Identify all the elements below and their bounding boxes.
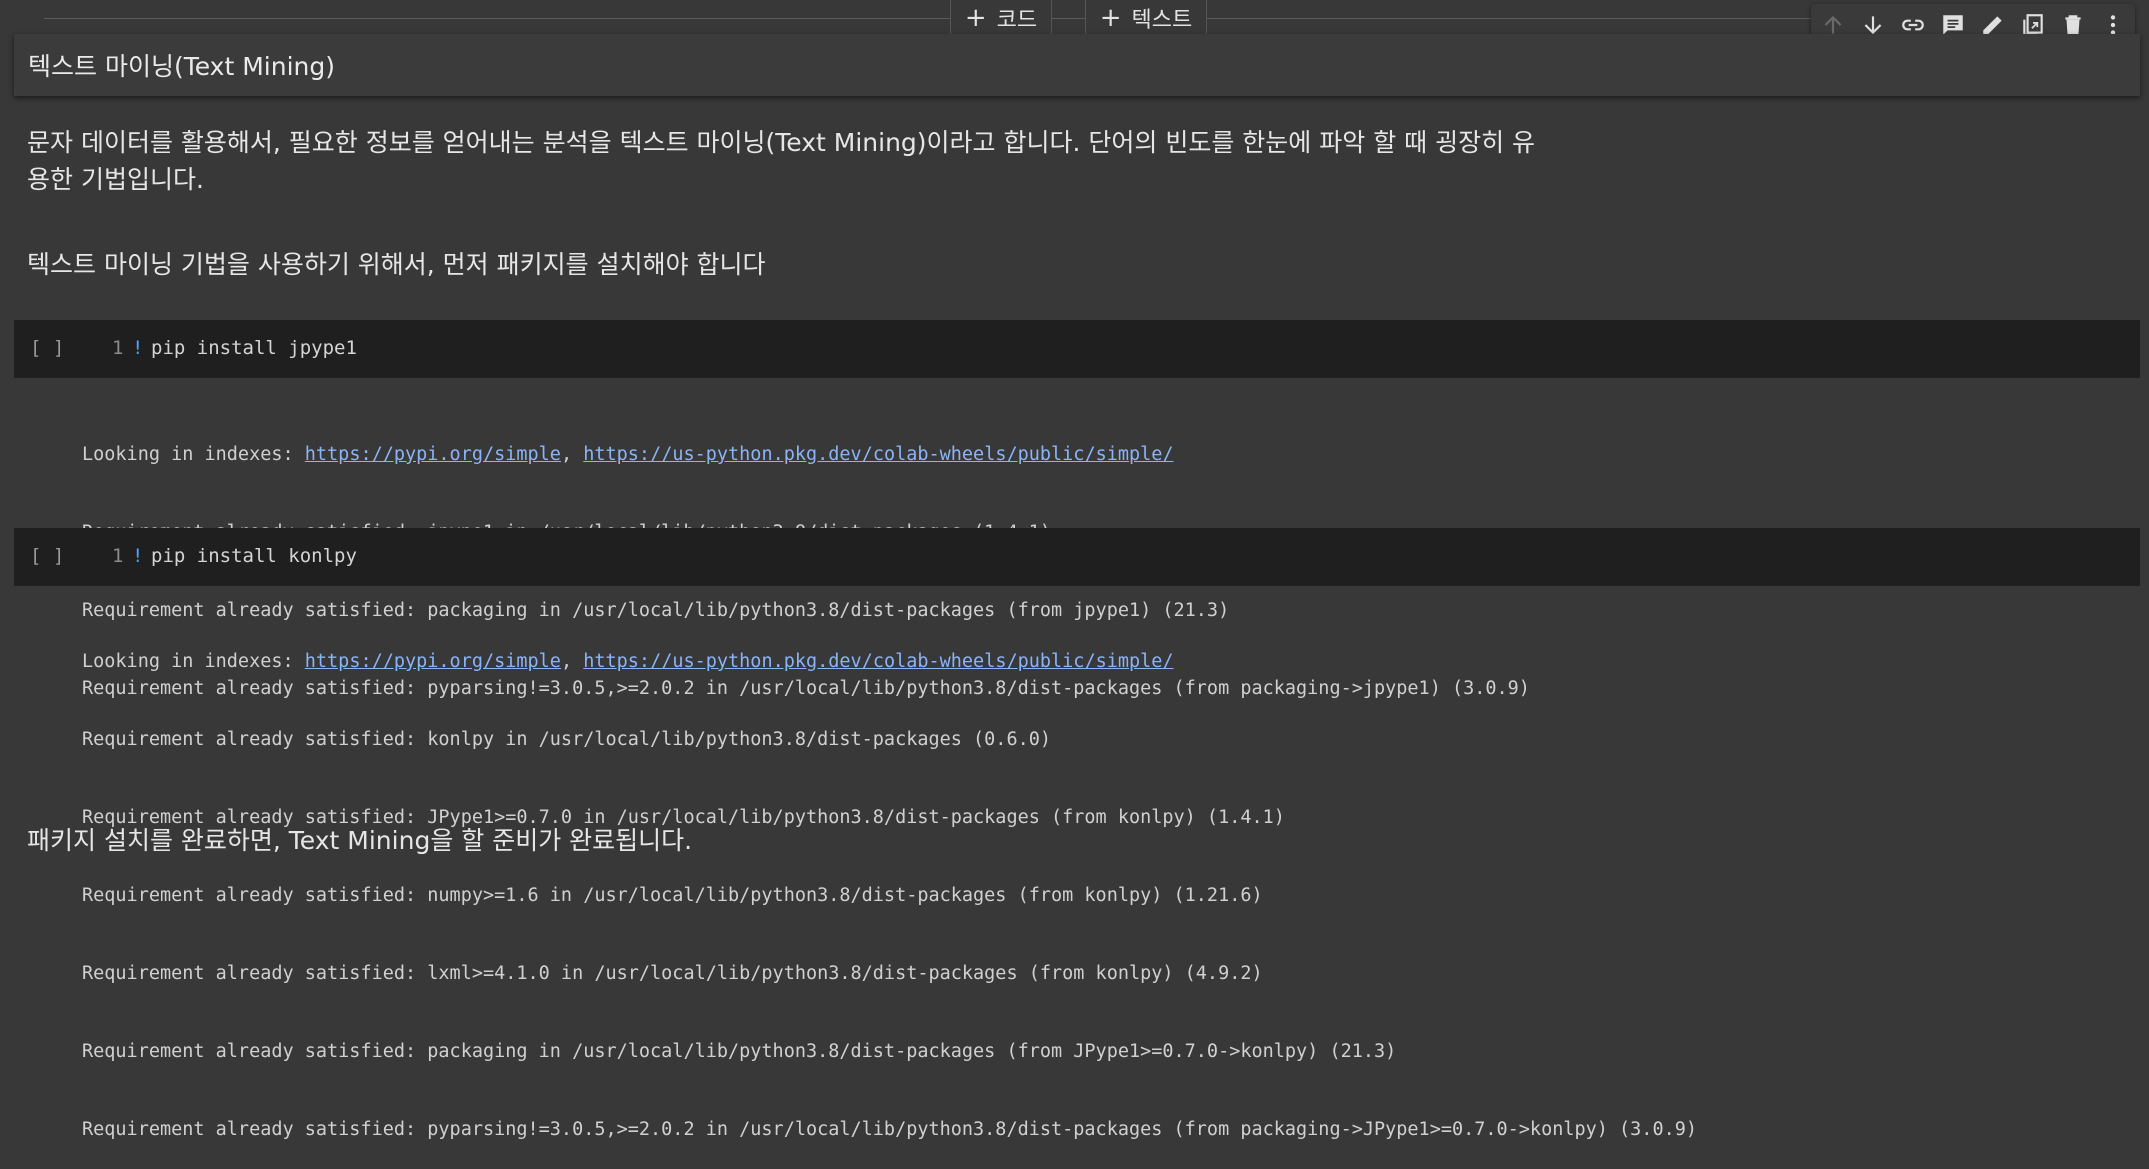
paragraph-intro-line1: 문자 데이터를 활용해서, 필요한 정보를 얻어내는 분석을 텍스트 마이닝(T… — [27, 128, 1536, 157]
output-cell-2: Looking in indexes: https://pypi.org/sim… — [82, 597, 1697, 1169]
shell-bang: ! — [132, 337, 144, 359]
line-number: 1 — [112, 337, 124, 359]
paragraph-install-note: 텍스트 마이닝 기법을 사용하기 위해서, 먼저 패키지를 설치해야 합니다 — [27, 250, 766, 279]
paragraph-intro-line2: 용한 기법입니다. — [27, 165, 204, 194]
paragraph-intro: 문자 데이터를 활용해서, 필요한 정보를 얻어내는 분석을 텍스트 마이닝(T… — [27, 124, 1535, 198]
add-code-label: 코드 — [996, 7, 1038, 33]
output-separator: , — [560, 651, 584, 672]
run-cell-button[interactable]: [ ] — [30, 545, 64, 567]
output-line-indexes: Looking in indexes: https://pypi.org/sim… — [82, 442, 1530, 468]
output-line: Requirement already satisfied: lxml>=4.1… — [82, 963, 1263, 984]
plus-icon: + — [964, 2, 987, 33]
colab-wheels-link[interactable]: https://us-python.pkg.dev/colab-wheels/p… — [583, 444, 1173, 465]
code-text[interactable]: pip install jpype1 — [151, 337, 357, 359]
paragraph-final: 패키지 설치를 완료하면, Text Mining을 할 준비가 완료됩니다. — [27, 826, 693, 855]
line-number: 1 — [112, 545, 124, 567]
add-text-label: 텍스트 — [1131, 7, 1193, 33]
text-cell-heading[interactable]: 텍스트 마이닝(Text Mining) — [14, 34, 2140, 96]
run-cell-button[interactable]: [ ] — [30, 337, 64, 359]
output-line: Requirement already satisfied: konlpy in… — [82, 729, 1052, 750]
add-code-button[interactable]: + 코드 — [950, 0, 1052, 36]
heading-text: 텍스트 마이닝(Text Mining) — [28, 52, 335, 81]
output-line: Requirement already satisfied: pyparsing… — [82, 1119, 1698, 1140]
code-cell-1[interactable]: [ ] 1 ! pip install jpype1 — [14, 320, 2140, 378]
output-line-indexes: Looking in indexes: https://pypi.org/sim… — [82, 649, 1697, 675]
output-line: Requirement already satisfied: numpy>=1.… — [82, 885, 1263, 906]
code-cell-2[interactable]: [ ] 1 ! pip install konlpy — [14, 528, 2140, 586]
shell-bang: ! — [132, 545, 144, 567]
output-prefix: Looking in indexes: — [82, 651, 305, 672]
pypi-link[interactable]: https://pypi.org/simple — [305, 651, 561, 672]
output-line: Requirement already satisfied: packaging… — [82, 1041, 1397, 1062]
pypi-link[interactable]: https://pypi.org/simple — [305, 444, 561, 465]
output-separator: , — [560, 444, 584, 465]
add-text-button[interactable]: + 텍스트 — [1085, 0, 1207, 36]
output-prefix: Looking in indexes: — [82, 444, 305, 465]
colab-wheels-link[interactable]: https://us-python.pkg.dev/colab-wheels/p… — [583, 651, 1173, 672]
plus-icon: + — [1099, 2, 1122, 33]
code-text[interactable]: pip install konlpy — [151, 545, 357, 567]
